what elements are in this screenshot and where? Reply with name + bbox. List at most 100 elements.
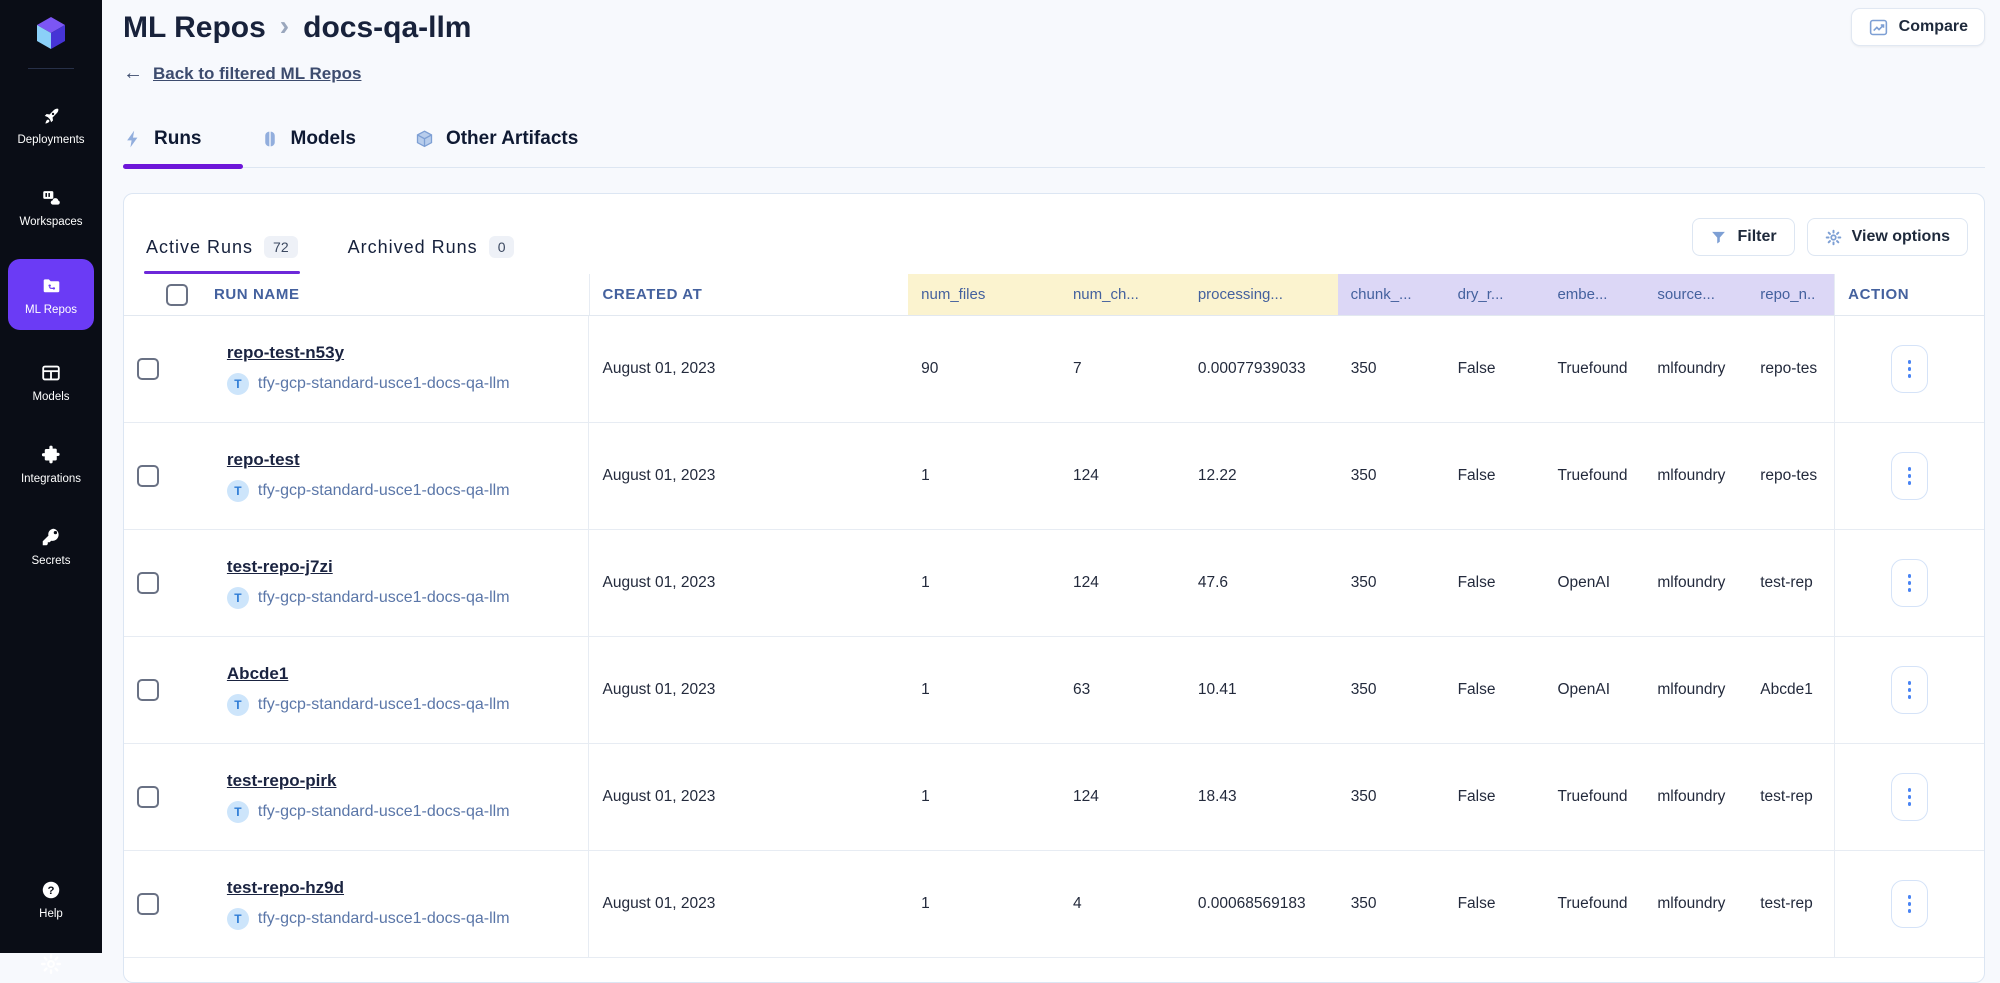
run-name-cell: repo-test T tfy-gcp-standard-usce1-docs-… — [214, 423, 589, 529]
row-actions-menu-button[interactable] — [1891, 345, 1929, 393]
cluster-name: tfy-gcp-standard-usce1-docs-qa-llm — [257, 589, 510, 606]
cluster-row: T tfy-gcp-standard-usce1-docs-qa-llm — [226, 587, 510, 609]
sidebar-item-models[interactable]: Models — [8, 352, 94, 412]
help-icon: ? — [42, 881, 60, 899]
cluster-row: T tfy-gcp-standard-usce1-docs-qa-llm — [226, 694, 510, 716]
view-options-button[interactable]: View options — [1806, 218, 1968, 256]
run-name-link[interactable]: test-repo-pirk — [227, 771, 337, 791]
sidebar-item-label: ML Repos — [25, 304, 77, 316]
tab-runs[interactable]: Runs — [123, 128, 202, 150]
breadcrumb-parent[interactable]: ML Repos — [123, 11, 266, 45]
row-checkbox[interactable] — [137, 572, 159, 594]
filter-button[interactable]: Filter — [1692, 218, 1795, 256]
run-state-tabs: Active Runs 72 Archived Runs 0 — [144, 226, 516, 274]
sidebar-item-workspaces[interactable]: Workspaces — [8, 177, 94, 237]
row-checkbox-cell — [124, 637, 214, 743]
row-actions-menu-button[interactable] — [1891, 559, 1929, 607]
row-checkbox[interactable] — [137, 786, 159, 808]
dot — [1907, 581, 1912, 585]
dot — [1907, 802, 1912, 806]
repo-name-cell: test-rep — [1760, 895, 1813, 912]
action-cell — [1834, 316, 1984, 422]
embedder-cell: Truefound — [1557, 895, 1628, 912]
table-row: test-repo-pirk T tfy-gcp-standard-usce1-… — [124, 744, 1984, 851]
table-row: repo-test T tfy-gcp-standard-usce1-docs-… — [124, 423, 1984, 530]
run-name-link[interactable]: Abcde1 — [227, 664, 288, 684]
row-checkbox-cell — [124, 744, 214, 850]
num-files-cell: 1 — [921, 681, 930, 698]
embedder-cell: Truefound — [1557, 360, 1628, 377]
arrow-left-icon: ← — [123, 62, 143, 84]
column-header-repo-name: repo_n.. — [1747, 274, 1835, 315]
dot — [1907, 695, 1912, 699]
cluster-badge-icon: T — [226, 587, 249, 609]
chunk-size-cell: 350 — [1350, 360, 1377, 377]
filter-label: Filter — [1737, 228, 1777, 245]
sidebar-item-secrets[interactable]: Secrets — [8, 516, 94, 576]
truefoundry-logo-icon — [37, 17, 65, 49]
num-chunks-cell: 4 — [1072, 895, 1082, 912]
processing-cell: 10.41 — [1197, 681, 1237, 698]
sidebar-item-label: Models — [32, 391, 70, 403]
column-header-created-at: CREATED AT — [588, 274, 909, 315]
num-files-cell: 1 — [921, 895, 930, 912]
num-files-cell: 1 — [921, 788, 930, 805]
column-header-num-chunks: num_ch... — [1059, 274, 1185, 315]
compare-button[interactable]: Compare — [1850, 8, 1985, 46]
run-name-link[interactable]: test-repo-j7zi — [227, 557, 333, 577]
run-name-cell: test-repo-j7zi T tfy-gcp-standard-usce1-… — [214, 530, 589, 636]
sidebar-item-ml-repos[interactable]: ML Repos — [8, 259, 94, 330]
num-files-cell: 90 — [921, 360, 939, 377]
processing-cell: 18.43 — [1197, 788, 1237, 805]
tab-label: Other Artifacts — [445, 128, 579, 149]
processing-cell: 12.22 — [1197, 467, 1237, 484]
tab-archived-runs[interactable]: Archived Runs 0 — [346, 226, 517, 274]
header-checkbox-cell — [124, 274, 214, 315]
embedder-cell: OpenAI — [1557, 574, 1611, 591]
run-name-cell: test-repo-hz9d T tfy-gcp-standard-usce1-… — [214, 851, 589, 957]
cluster-row: T tfy-gcp-standard-usce1-docs-qa-llm — [226, 908, 510, 930]
embedder-cell: Truefound — [1557, 788, 1628, 805]
dry-run-cell: False — [1457, 467, 1496, 484]
tab-active-runs[interactable]: Active Runs 72 — [144, 226, 300, 274]
tab-other-artifacts[interactable]: Other Artifacts — [414, 128, 578, 150]
sidebar-item-help[interactable]: ? Help — [8, 869, 94, 929]
dot — [1907, 374, 1912, 378]
row-actions-menu-button[interactable] — [1891, 666, 1929, 714]
row-checkbox[interactable] — [137, 893, 159, 915]
row-actions-menu-button[interactable] — [1891, 880, 1929, 928]
row-checkbox[interactable] — [137, 465, 159, 487]
models-table-icon — [42, 365, 60, 381]
table-row: test-repo-j7zi T tfy-gcp-standard-usce1-… — [124, 530, 1984, 637]
sidebar-item-deployments[interactable]: Deployments — [8, 95, 94, 155]
back-to-ml-repos-link[interactable]: Back to filtered ML Repos — [153, 64, 361, 84]
chunk-size-cell: 350 — [1350, 788, 1377, 805]
puzzle-icon — [41, 445, 60, 464]
app-logo[interactable] — [28, 10, 74, 56]
workspaces-icon — [42, 191, 60, 205]
created-at-cell: August 01, 2023 — [588, 530, 908, 636]
row-checkbox-cell — [124, 423, 214, 529]
select-all-checkbox[interactable] — [166, 283, 188, 306]
row-actions-menu-button[interactable] — [1891, 773, 1929, 821]
table-row: test-repo-hz9d T tfy-gcp-standard-usce1-… — [124, 851, 1984, 958]
run-name-link[interactable]: repo-test-n53y — [227, 343, 344, 363]
column-header-dry-run: dry_r... — [1444, 274, 1545, 315]
dot — [1907, 788, 1912, 792]
sidebar-item-settings[interactable] — [40, 953, 62, 975]
run-name-link[interactable]: repo-test — [227, 450, 300, 470]
row-checkbox[interactable] — [137, 679, 159, 701]
cluster-row: T tfy-gcp-standard-usce1-docs-qa-llm — [226, 480, 510, 502]
dot — [1907, 902, 1912, 906]
sidebar-item-integrations[interactable]: Integrations — [8, 434, 94, 494]
dot — [1907, 795, 1912, 799]
row-actions-menu-button[interactable] — [1891, 452, 1929, 500]
table-body: repo-test-n53y T tfy-gcp-standard-usce1-… — [124, 316, 1984, 958]
dot — [1907, 909, 1912, 913]
run-name-link[interactable]: test-repo-hz9d — [227, 878, 344, 898]
tab-label: Active Runs — [146, 236, 254, 257]
active-tab-underline — [123, 164, 243, 169]
key-icon — [42, 528, 59, 546]
tab-models[interactable]: Models — [260, 128, 356, 150]
row-checkbox[interactable] — [137, 358, 159, 380]
